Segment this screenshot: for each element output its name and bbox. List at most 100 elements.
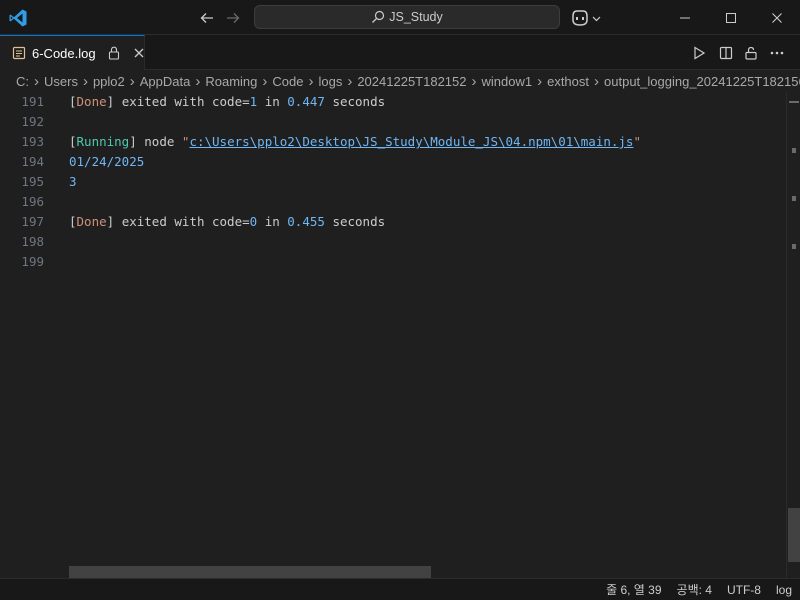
chevron-right-icon: › (129, 72, 135, 90)
search-label: JS_Study (389, 10, 443, 24)
minimize-window-button[interactable] (662, 0, 708, 35)
unlock-output-button[interactable] (740, 42, 762, 64)
breadcrumb-item[interactable]: Code (272, 74, 303, 89)
go-back-button[interactable] (196, 7, 218, 29)
code-line[interactable]: 191 [Done] exited with code=1 in 0.447 se… (0, 92, 786, 112)
code-line[interactable]: 199 (0, 252, 786, 272)
command-center-search[interactable]: JS_Study (254, 5, 560, 29)
code-token: seconds (324, 214, 386, 229)
breadcrumb-item[interactable]: window1 (482, 74, 533, 89)
breadcrumb-item[interactable]: AppData (140, 74, 191, 89)
file-path-link[interactable]: c:\Users\pplo2\Desktop\JS_Study\Module_J… (189, 134, 633, 149)
maximize-icon (726, 12, 736, 23)
arrow-right-icon (227, 13, 240, 23)
more-actions-button[interactable] (766, 42, 788, 64)
code-line[interactable]: 197 [Done] exited with code=0 in 0.455 se… (0, 212, 786, 232)
editor-tab-bar: 6-Code.log (0, 35, 800, 70)
code-token: Done (76, 94, 107, 109)
split-editor-icon (719, 46, 733, 60)
title-bar: JS_Study (0, 0, 800, 35)
code-token: exited with code= (114, 214, 250, 229)
line-number: 191 (21, 94, 44, 109)
line-number: 199 (21, 254, 44, 269)
code-token: " (633, 134, 641, 149)
code-line[interactable]: 196 (0, 192, 786, 212)
breadcrumb: C: › Users › pplo2 › AppData › Roaming › Code › logs… (0, 70, 800, 92)
breadcrumb-item[interactable]: Users (44, 74, 78, 89)
close-window-button[interactable] (754, 0, 800, 35)
lock-icon (108, 46, 119, 60)
line-text: [Done] exited with code=0 in 0.455 secon… (69, 212, 385, 232)
cursor-position[interactable]: 줄 6, 열 39 (606, 581, 661, 598)
code-token: [ (69, 214, 77, 229)
chevron-right-icon: › (195, 72, 201, 90)
go-forward-button[interactable] (222, 7, 244, 29)
line-number: 197 (21, 214, 44, 229)
line-text: 01/24/2025 (69, 152, 144, 172)
unlock-icon (745, 46, 757, 60)
ellipsis-icon (770, 51, 784, 55)
vscode-logo-icon[interactable] (8, 8, 28, 28)
line-text: [Running] node "c:\Users\pplo2\Desktop\J… (69, 132, 641, 152)
status-bar: 줄 6, 열 39 공백: 4 UTF-8 log (0, 578, 800, 600)
code-token: [ (69, 94, 77, 109)
code-line[interactable]: 193 [Running] node "c:\Users\pplo2\Deskto… (0, 132, 786, 152)
code-token: 01/24/2025 (69, 154, 145, 169)
code-line[interactable]: 192 (0, 112, 786, 132)
line-text: 3 (69, 172, 77, 192)
code-token: 0.455 (287, 214, 325, 229)
chevron-right-icon: › (262, 72, 268, 90)
scroll-marker (792, 196, 796, 201)
vertical-scrollbar[interactable] (786, 92, 800, 578)
code-token: node (136, 134, 182, 149)
line-number: 196 (21, 194, 44, 209)
code-token: [ (69, 134, 77, 149)
code-token: exited with code= (114, 94, 250, 109)
copilot-button[interactable] (570, 7, 604, 29)
log-file-icon (12, 46, 26, 60)
scroll-marker (792, 148, 796, 153)
tab-close-button[interactable] (134, 45, 144, 61)
maximize-window-button[interactable] (708, 0, 754, 35)
code-line[interactable]: 198 (0, 232, 786, 252)
tab-6-code-log[interactable]: 6-Code.log (0, 35, 145, 70)
copilot-icon (572, 10, 588, 26)
search-icon (372, 10, 385, 23)
close-icon (134, 48, 144, 58)
split-editor-button[interactable] (715, 42, 737, 64)
breadcrumb-item[interactable]: logs (318, 74, 342, 89)
code-token: seconds (324, 94, 386, 109)
code-line[interactable]: 195 3 (0, 172, 786, 192)
breadcrumb-item[interactable]: output_logging_20241225T182156 (604, 74, 800, 89)
breadcrumb-item[interactable]: 20241225T182152 (357, 74, 466, 89)
line-number: 194 (21, 154, 44, 169)
breadcrumb-item[interactable]: exthost (547, 74, 589, 89)
chevron-right-icon: › (308, 72, 314, 90)
chevron-down-icon (592, 16, 601, 21)
line-number: 195 (21, 174, 44, 189)
breadcrumb-item[interactable]: pplo2 (93, 74, 125, 89)
vertical-scrollbar-thumb[interactable] (788, 508, 800, 562)
scroll-marker (792, 244, 796, 249)
run-code-button[interactable] (688, 42, 710, 64)
tab-label: 6-Code.log (32, 45, 96, 61)
horizontal-scrollbar-thumb[interactable] (69, 566, 431, 578)
code-token: 3 (69, 174, 77, 189)
chevron-right-icon: › (34, 72, 39, 90)
close-icon (772, 12, 782, 23)
breadcrumb-item[interactable]: Roaming (205, 74, 257, 89)
arrow-left-icon (200, 13, 213, 23)
indentation-setting[interactable]: 공백: 4 (677, 581, 712, 598)
code-token: in (257, 94, 288, 109)
editor-content[interactable]: 191 [Done] exited with code=1 in 0.447 se… (0, 92, 800, 578)
code-token: Done (76, 214, 107, 229)
language-mode[interactable]: log (776, 583, 792, 597)
minimize-icon (680, 17, 690, 18)
breadcrumb-item[interactable]: C: (16, 74, 29, 89)
line-number: 192 (21, 114, 44, 129)
play-icon (694, 46, 706, 60)
line-number: 198 (21, 234, 44, 249)
chevron-right-icon: › (594, 72, 600, 90)
encoding-setting[interactable]: UTF-8 (727, 583, 761, 597)
code-line[interactable]: 194 01/24/2025 (0, 152, 786, 172)
